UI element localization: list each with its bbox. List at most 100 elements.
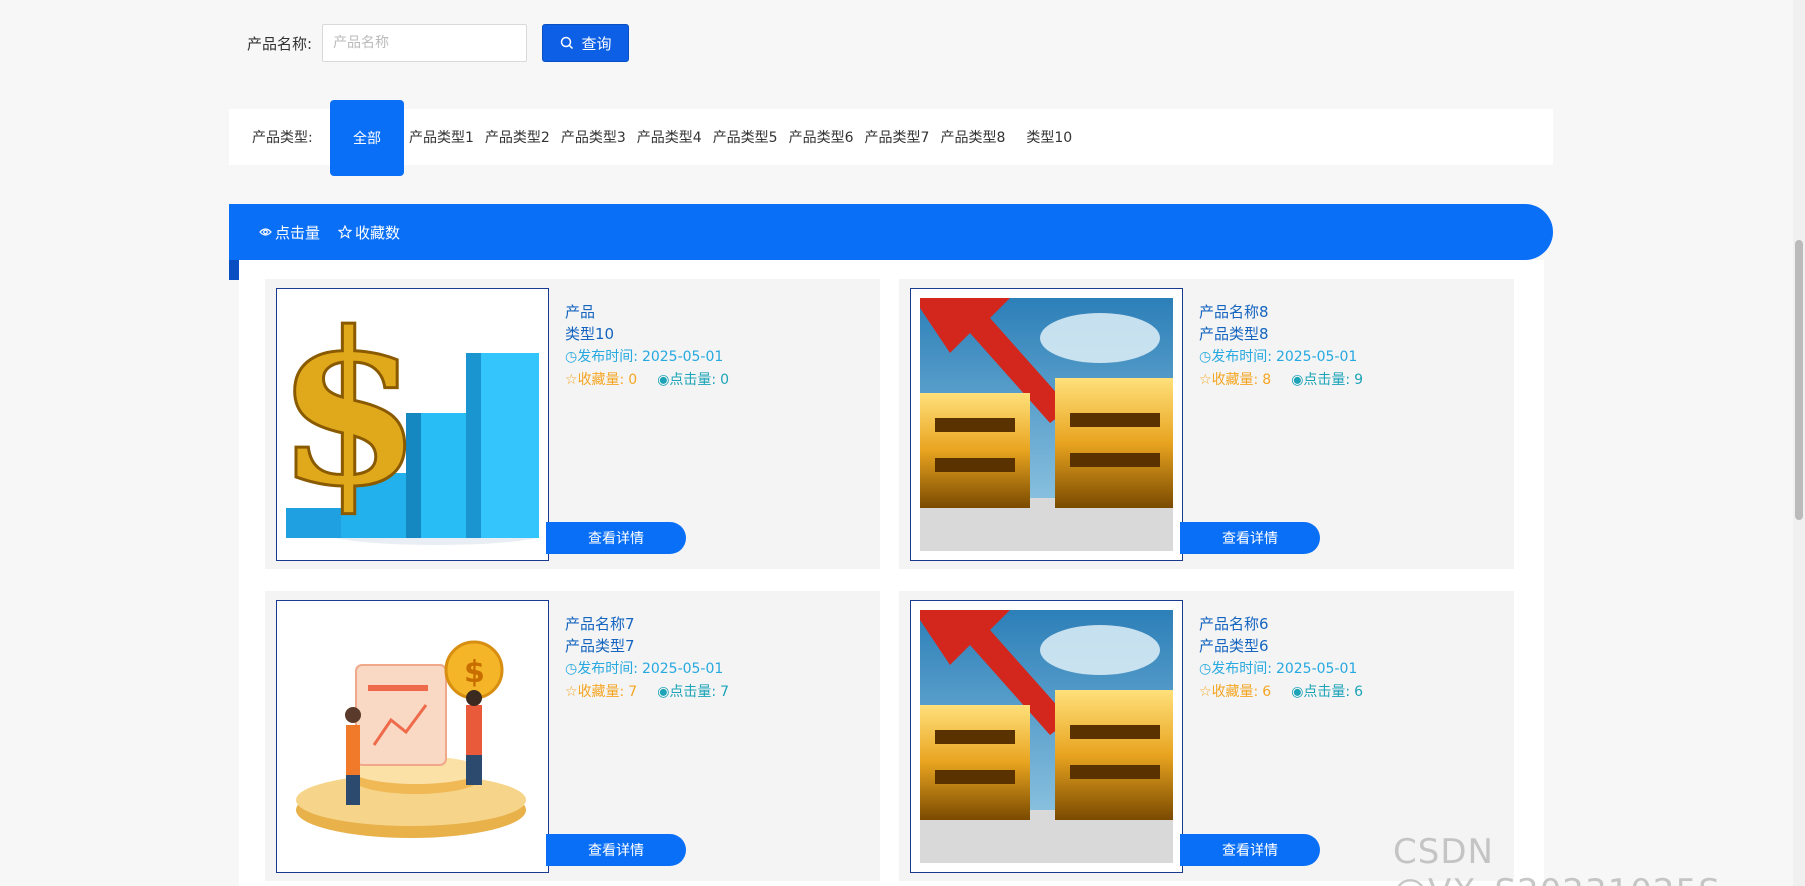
sort-by-clicks[interactable]: 点击量 (259, 222, 320, 243)
product-card: $ 产品 类型10 ◷发布时间: 2025-05-01 ☆收藏量: 0 ◉点击量: 0… (265, 279, 880, 569)
product-name[interactable]: 产品名称6 (1199, 613, 1363, 635)
sort-favorites-label: 收藏数 (355, 223, 401, 242)
eye-icon (259, 228, 272, 236)
page: 产品名称: 查询 产品类型: 全部 产品类型1 产品类型2 产品类型3 产品类型… (0, 0, 1805, 886)
search-button-label: 查询 (581, 34, 612, 53)
favorites-label: 收藏量: (577, 372, 625, 388)
star-icon (338, 225, 353, 239)
favorites-count: ☆收藏量: 8 (1199, 369, 1271, 391)
view-details-button[interactable]: 查看详情 (546, 834, 686, 866)
product-type: 产品类型6 (1199, 637, 1269, 655)
clock-icon: ◷ (565, 349, 578, 365)
fund-arrow-image (920, 298, 1173, 551)
product-name[interactable]: 产品 (565, 301, 729, 323)
star-icon: ☆ (1199, 372, 1212, 388)
favorites-value: 0 (628, 372, 638, 388)
scrollbar-thumb[interactable] (1795, 240, 1803, 520)
clicks-value: 7 (720, 684, 730, 700)
star-icon: ☆ (1199, 684, 1212, 700)
eye-icon: ◉ (1291, 372, 1304, 388)
category-filter-bar: 产品类型: 全部 产品类型1 产品类型2 产品类型3 产品类型4 产品类型5 产… (229, 100, 1553, 176)
svg-text:$: $ (464, 655, 485, 690)
category-item[interactable]: 产品类型4 (637, 127, 702, 147)
product-name[interactable]: 产品名称8 (1199, 301, 1363, 323)
sort-clicks-label: 点击量 (275, 223, 321, 242)
product-image-frame[interactable]: $ (276, 600, 549, 873)
category-item[interactable]: 产品类型5 (713, 127, 778, 147)
publish-time-label: 发布时间: (1211, 661, 1272, 677)
category-label: 产品类型: (252, 130, 313, 146)
coin-people-image: $ (286, 610, 539, 863)
category-item[interactable]: 产品类型7 (865, 127, 930, 147)
view-details-button[interactable]: 查看详情 (546, 522, 686, 554)
product-image-frame[interactable] (910, 288, 1183, 561)
favorites-count: ☆收藏量: 0 (565, 369, 637, 391)
product-info: 产品名称7 产品类型7 ◷发布时间: 2025-05-01 ☆收藏量: 7 ◉点击量… (565, 613, 729, 703)
category-item[interactable]: 产品类型3 (561, 127, 626, 147)
eye-icon: ◉ (657, 372, 670, 388)
clicks-value: 0 (720, 372, 730, 388)
category-item[interactable]: 产品类型2 (485, 127, 550, 147)
search-button[interactable]: 查询 (542, 24, 630, 62)
clicks-label: 点击量: (1303, 372, 1351, 388)
sort-by-favorites[interactable]: 收藏数 (338, 222, 400, 243)
product-type: 类型10 (565, 325, 615, 343)
publish-time: ◷发布时间: 2025-05-01 (565, 346, 729, 368)
clicks-value: 6 (1354, 684, 1364, 700)
product-card: $ 产品名称7 产品类型7 ◷发布时间: 2025-05-01 ☆收藏量: 7 … (265, 591, 880, 881)
product-stats: ☆收藏量: 6 ◉点击量: 6 (1199, 681, 1363, 703)
category-item[interactable]: 产品类型8 (940, 127, 1005, 147)
publish-time-value: 2025-05-01 (1275, 661, 1358, 677)
publish-time: ◷发布时间: 2025-05-01 (565, 658, 729, 680)
clock-icon: ◷ (1199, 349, 1212, 365)
product-list: $ 产品 类型10 ◷发布时间: 2025-05-01 ☆收藏量: 0 ◉点击量: 0… (239, 260, 1544, 886)
favorites-count: ☆收藏量: 7 (565, 681, 637, 703)
category-list: 产品类型1 产品类型2 产品类型3 产品类型4 产品类型5 产品类型6 产品类型… (409, 109, 1083, 165)
favorites-label: 收藏量: (577, 684, 625, 700)
vertical-scrollbar[interactable] (1793, 0, 1805, 886)
view-details-button[interactable]: 查看详情 (1180, 834, 1320, 866)
favorites-label: 收藏量: (1211, 372, 1259, 388)
publish-time-value: 2025-05-01 (1275, 349, 1358, 365)
favorites-value: 7 (628, 684, 638, 700)
category-all-tab[interactable]: 全部 (330, 100, 404, 176)
product-type: 产品类型7 (565, 637, 635, 655)
product-type: 产品类型8 (1199, 325, 1269, 343)
product-info: 产品名称6 产品类型6 ◷发布时间: 2025-05-01 ☆收藏量: 6 ◉点击量… (1199, 613, 1363, 703)
product-stats: ☆收藏量: 0 ◉点击量: 0 (565, 369, 729, 391)
clicks-label: 点击量: (669, 684, 717, 700)
publish-time: ◷发布时间: 2025-05-01 (1199, 658, 1363, 680)
product-info: 产品 类型10 ◷发布时间: 2025-05-01 ☆收藏量: 0 ◉点击量: 0 (565, 301, 729, 391)
watermark: CSDN @VX_S20231025S (1393, 832, 1720, 886)
publish-time: ◷发布时间: 2025-05-01 (1199, 346, 1363, 368)
star-icon: ☆ (565, 372, 578, 388)
category-item[interactable]: 产品类型1 (409, 127, 474, 147)
category-item[interactable]: 产品类型6 (789, 127, 854, 147)
fund-arrow-image (920, 610, 1173, 863)
category-item[interactable]: 类型10 (1026, 127, 1072, 147)
view-details-button[interactable]: 查看详情 (1180, 522, 1320, 554)
clicks-count: ◉点击量: 6 (1291, 681, 1363, 703)
search-row: 产品名称: 查询 (247, 24, 630, 62)
search-label: 产品名称: (247, 34, 313, 53)
dollar-chart-image: $ (286, 298, 539, 551)
publish-time-label: 发布时间: (1211, 349, 1272, 365)
clicks-label: 点击量: (1303, 684, 1351, 700)
clock-icon: ◷ (565, 661, 578, 677)
search-icon (560, 36, 573, 50)
product-name-input[interactable] (322, 24, 528, 62)
clicks-label: 点击量: (669, 372, 717, 388)
eye-icon: ◉ (1291, 684, 1304, 700)
eye-icon: ◉ (657, 684, 670, 700)
product-image-frame[interactable]: $ (276, 288, 549, 561)
product-name[interactable]: 产品名称7 (565, 613, 729, 635)
favorites-count: ☆收藏量: 6 (1199, 681, 1271, 703)
product-info: 产品名称8 产品类型8 ◷发布时间: 2025-05-01 ☆收藏量: 8 ◉点击量… (1199, 301, 1363, 391)
publish-time-value: 2025-05-01 (641, 349, 724, 365)
product-image-frame[interactable] (910, 600, 1183, 873)
clicks-count: ◉点击量: 7 (657, 681, 729, 703)
clock-icon: ◷ (1199, 661, 1212, 677)
product-stats: ☆收藏量: 7 ◉点击量: 7 (565, 681, 729, 703)
svg-text:$: $ (286, 298, 422, 533)
favorites-value: 8 (1262, 372, 1272, 388)
